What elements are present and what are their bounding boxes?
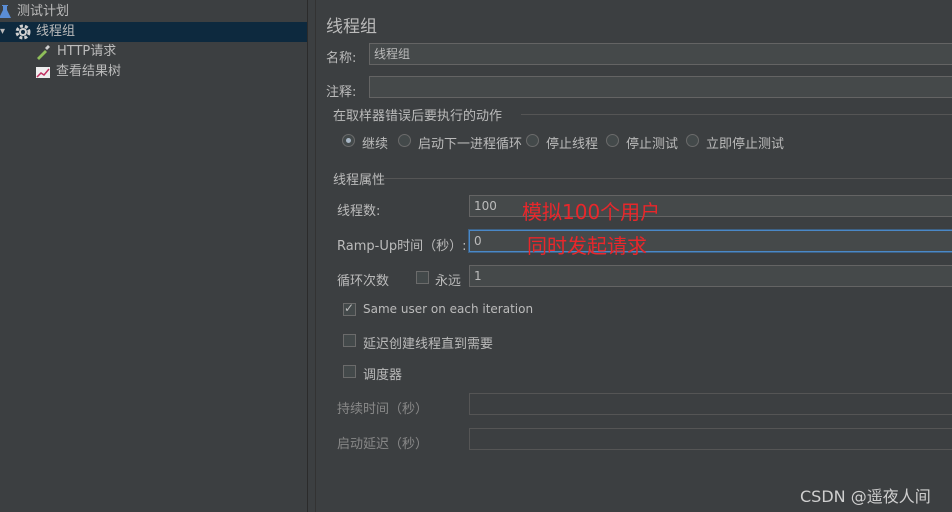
comment-field[interactable] bbox=[369, 76, 952, 98]
delay-thread-creation-label: 延迟创建线程直到需要 bbox=[363, 337, 494, 352]
same-user-label: Same user on each iteration bbox=[363, 302, 534, 316]
error-action-section-title: 在取样器错误后要执行的动作 bbox=[333, 109, 503, 124]
startup-delay-field[interactable] bbox=[469, 428, 952, 450]
name-label: 名称: bbox=[326, 51, 357, 66]
tree-item-label: 线程组 bbox=[36, 24, 76, 39]
duration-label: 持续时间（秒） bbox=[337, 402, 429, 417]
loop-count-label: 循环次数 bbox=[337, 274, 390, 289]
comment-label: 注释: bbox=[326, 85, 357, 100]
radio-stop-test[interactable] bbox=[606, 134, 619, 147]
radio-start-next-loop-label: 启动下一进程循环 bbox=[418, 137, 523, 152]
test-plan-tree: 测试计划 ▾ 线程组 HTTP请求 查看结果树 bbox=[0, 0, 308, 512]
tree-item-view-results-tree[interactable]: 查看结果树 bbox=[0, 62, 307, 82]
section-divider bbox=[382, 178, 952, 179]
chart-icon bbox=[36, 67, 50, 78]
tree-item-label: HTTP请求 bbox=[57, 44, 117, 59]
tree-item-http-request[interactable]: HTTP请求 bbox=[0, 42, 307, 62]
tree-item-label: 测试计划 bbox=[17, 4, 70, 19]
rampup-label: Ramp-Up时间（秒）: bbox=[337, 239, 467, 254]
radio-stop-test-now-label: 立即停止测试 bbox=[706, 137, 785, 152]
forever-checkbox[interactable] bbox=[416, 271, 429, 284]
rampup-annotation: 同时发起请求 bbox=[527, 234, 647, 258]
name-field[interactable]: 线程组 bbox=[369, 43, 952, 65]
thread-properties-section-title: 线程属性 bbox=[333, 173, 386, 188]
pipette-icon bbox=[37, 45, 50, 60]
tree-item-thread-group[interactable]: ▾ 线程组 bbox=[0, 22, 307, 42]
page-title: 线程组 bbox=[326, 17, 377, 37]
loop-count-field[interactable]: 1 bbox=[469, 265, 952, 287]
radio-stop-thread[interactable] bbox=[526, 134, 539, 147]
gear-icon bbox=[15, 24, 31, 40]
threads-annotation: 模拟100个用户 bbox=[522, 200, 661, 224]
radio-stop-test-label: 停止测试 bbox=[626, 137, 679, 152]
threads-label: 线程数: bbox=[337, 204, 381, 219]
same-user-checkbox[interactable] bbox=[343, 301, 356, 316]
radio-continue[interactable] bbox=[342, 134, 355, 147]
scheduler-label: 调度器 bbox=[363, 368, 403, 383]
flask-icon bbox=[0, 5, 11, 18]
radio-start-next-loop[interactable] bbox=[398, 134, 411, 147]
splitter[interactable] bbox=[308, 0, 316, 512]
startup-delay-label: 启动延迟（秒） bbox=[337, 437, 429, 452]
radio-stop-thread-label: 停止线程 bbox=[546, 137, 599, 152]
delay-thread-creation-checkbox[interactable] bbox=[343, 334, 356, 347]
tree-item-label: 查看结果树 bbox=[56, 64, 122, 79]
forever-label: 永远 bbox=[435, 274, 462, 289]
radio-continue-label: 继续 bbox=[362, 137, 389, 152]
watermark: CSDN @遥夜人间 bbox=[800, 487, 931, 506]
thread-group-panel: 线程组 名称: 线程组 注释: 在取样器错误后要执行的动作 继续 启动下一进程循… bbox=[316, 0, 952, 512]
chevron-down-icon[interactable]: ▾ bbox=[0, 22, 5, 42]
section-divider bbox=[521, 114, 952, 115]
scheduler-checkbox[interactable] bbox=[343, 365, 356, 378]
duration-field[interactable] bbox=[469, 393, 952, 415]
radio-stop-test-now[interactable] bbox=[686, 134, 699, 147]
tree-item-test-plan[interactable]: 测试计划 bbox=[0, 2, 307, 22]
